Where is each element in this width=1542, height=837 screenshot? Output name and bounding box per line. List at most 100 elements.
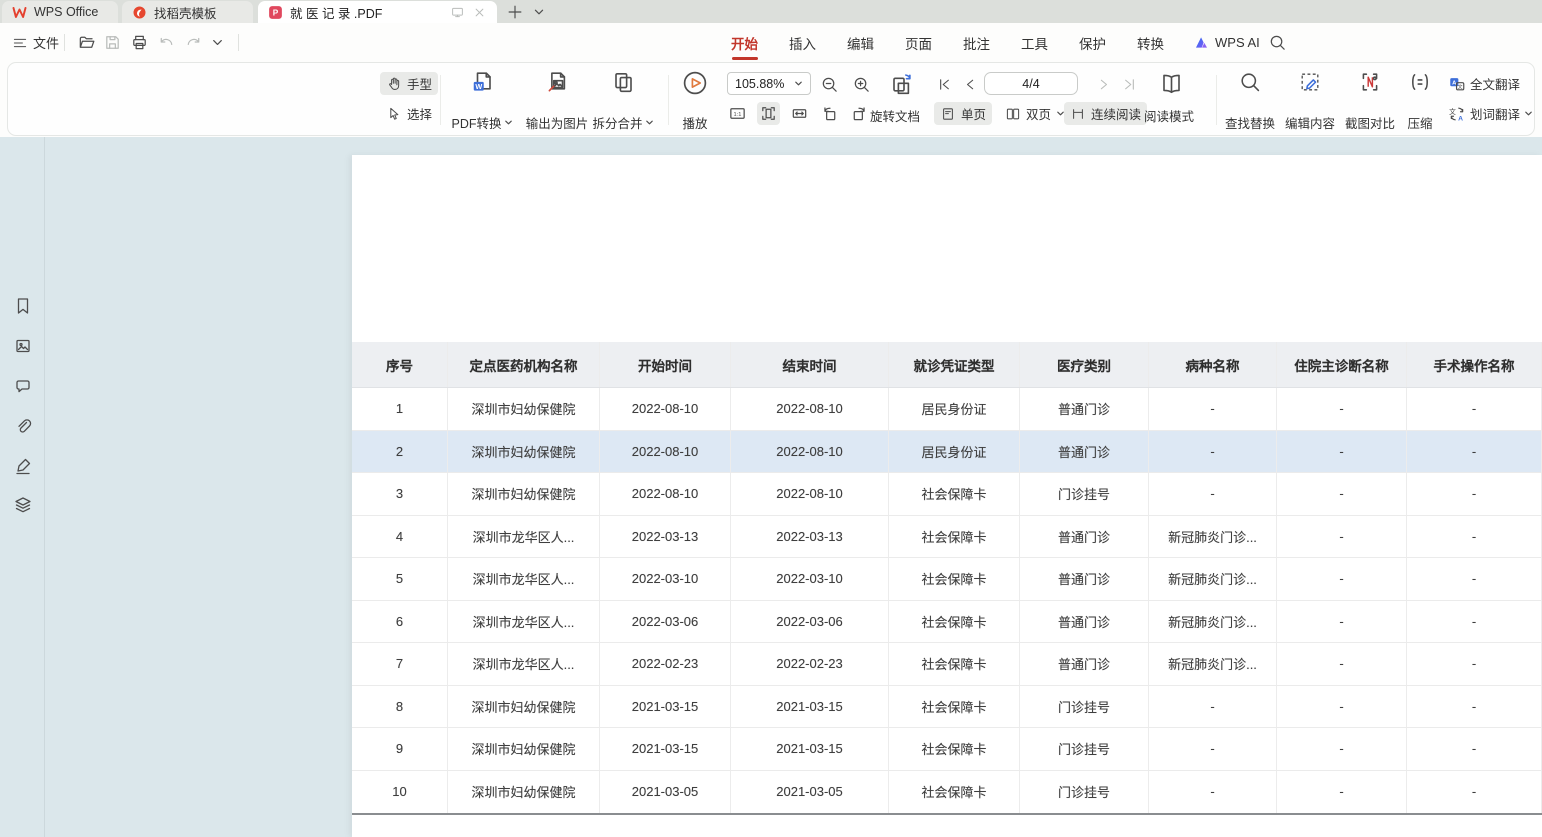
rotate-left-button[interactable]	[818, 102, 841, 125]
table-cell: 2022-03-10	[731, 558, 889, 600]
zoom-in-icon	[852, 75, 871, 94]
table-cell: 7	[352, 643, 448, 685]
layers-panel-icon[interactable]	[13, 495, 33, 515]
double-page-view-button[interactable]: 双页	[999, 102, 1071, 125]
hand-tool-button[interactable]: 手型	[380, 72, 438, 95]
menu-item-工具[interactable]: 工具	[1021, 33, 1048, 53]
table-cell: 门诊挂号	[1020, 771, 1149, 814]
open-file-button[interactable]	[77, 33, 96, 52]
table-cell: -	[1277, 728, 1407, 770]
print-button[interactable]	[130, 33, 149, 52]
menu-item-编辑[interactable]: 编辑	[847, 33, 874, 53]
table-cell: 门诊挂号	[1020, 728, 1149, 770]
save-button	[103, 33, 122, 52]
ribbon-toolbar: 手型 选择 W PDF转换 输出为图片 拆分合并 播放 105.88%	[7, 62, 1535, 136]
first-page-icon	[936, 76, 953, 93]
table-cell: 社会保障卡	[889, 473, 1020, 515]
rotate-right-button[interactable]	[848, 102, 871, 125]
table-row: 6深圳市龙华区人...2022-03-062022-03-06社会保障卡普通门诊…	[352, 601, 1542, 644]
full-text-translate-button[interactable]: A文 全文翻译	[1448, 74, 1520, 93]
zoom-in-button[interactable]	[850, 73, 873, 96]
edit-content-button[interactable]: 编辑内容	[1282, 70, 1338, 130]
menu-item-保护[interactable]: 保护	[1079, 33, 1106, 53]
tab-label: 找稻壳模板	[154, 3, 217, 22]
wps-pdf-window: WPS Office 找稻壳模板 P 就 医 记 录 .PDF	[0, 0, 1542, 837]
continuous-reading-button[interactable]: 连续阅读	[1064, 102, 1147, 125]
table-cell: 2022-02-23	[731, 643, 889, 685]
tab-list-chevron-icon[interactable]	[530, 3, 548, 21]
table-cell: 深圳市妇幼保健院	[448, 771, 600, 814]
previous-page-button[interactable]	[959, 73, 982, 96]
zoom-out-icon	[820, 75, 839, 94]
annotate-pen-panel-icon[interactable]	[13, 456, 33, 476]
window-tab-bar: WPS Office 找稻壳模板 P 就 医 记 录 .PDF	[0, 0, 1542, 23]
hand-icon	[386, 76, 402, 92]
table-cell: 1	[352, 388, 448, 430]
tab-document[interactable]: P 就 医 记 录 .PDF	[258, 1, 497, 23]
export-as-image-button[interactable]: 输出为图片	[518, 70, 596, 130]
table-cell: -	[1149, 686, 1277, 728]
table-cell: 2022-03-06	[600, 601, 731, 643]
tab-label: WPS Office	[34, 5, 98, 19]
thumbnail-panel-icon[interactable]	[13, 336, 33, 356]
split-merge-button[interactable]: 拆分合并	[586, 70, 660, 130]
table-cell: 深圳市妇幼保健院	[448, 431, 600, 473]
pdf-convert-button[interactable]: W PDF转换	[446, 70, 518, 130]
full-translate-icon: A文	[1448, 75, 1466, 93]
previous-page-icon	[962, 76, 979, 93]
find-replace-icon	[1238, 70, 1262, 94]
find-replace-button[interactable]: 查找替换	[1222, 70, 1278, 130]
first-page-button[interactable]	[933, 73, 956, 96]
close-tab-icon[interactable]	[472, 5, 487, 20]
file-menu-button[interactable]: 文件	[12, 23, 59, 62]
actual-size-button[interactable]: 1:1	[726, 102, 749, 125]
play-button[interactable]: 播放	[674, 70, 716, 130]
chevron-down-icon	[645, 118, 654, 127]
select-tool-button[interactable]: 选择	[380, 102, 438, 125]
tab-wps-office[interactable]: WPS Office	[2, 1, 118, 23]
rotate-document-label[interactable]: 旋转文档	[870, 106, 920, 125]
wps-ai-button[interactable]: WPS AI	[1193, 23, 1260, 62]
compress-button[interactable]: 压缩	[1400, 70, 1440, 130]
reading-mode-icon	[1158, 70, 1184, 96]
wps-logo-icon	[12, 5, 27, 20]
present-to-screen-icon[interactable]	[450, 5, 465, 20]
table-cell: 普通门诊	[1020, 516, 1149, 558]
table-cell: 2022-08-10	[600, 431, 731, 473]
screenshot-compare-button[interactable]: 截图对比	[1342, 70, 1398, 130]
word-translate-button[interactable]: 文A 划词翻译	[1448, 104, 1533, 123]
reading-mode-label[interactable]: 阅读模式	[1144, 106, 1194, 125]
svg-text:文: 文	[1458, 83, 1463, 90]
edit-content-icon	[1298, 70, 1322, 94]
left-panel-rail	[0, 137, 45, 837]
pdf-page[interactable]: 序号定点医药机构名称开始时间结束时间就诊凭证类型医疗类别病种名称住院主诊断名称手…	[352, 155, 1542, 837]
table-cell: 10	[352, 771, 448, 814]
zoom-level-select[interactable]: 105.88%	[727, 72, 811, 95]
menu-item-批注[interactable]: 批注	[963, 33, 990, 53]
new-tab-button[interactable]	[506, 3, 524, 21]
search-menu-icon[interactable]	[1268, 33, 1287, 52]
menu-item-开始[interactable]: 开始	[731, 33, 758, 53]
table-cell: 3	[352, 473, 448, 515]
single-page-view-button[interactable]: 单页	[934, 102, 992, 125]
quick-access-chevron-icon[interactable]	[208, 33, 227, 52]
header-cell: 医疗类别	[1020, 342, 1149, 387]
table-cell: 6	[352, 601, 448, 643]
tab-docer-templates[interactable]: 找稻壳模板	[122, 1, 253, 23]
menu-item-插入[interactable]: 插入	[789, 33, 816, 53]
menu-item-页面[interactable]: 页面	[905, 33, 932, 53]
page-number-input[interactable]: 4/4	[984, 72, 1078, 95]
fit-page-button[interactable]	[757, 102, 780, 125]
table-cell: 门诊挂号	[1020, 473, 1149, 515]
table-cell: 2022-08-10	[731, 473, 889, 515]
table-cell: -	[1277, 431, 1407, 473]
fit-width-button[interactable]	[788, 102, 811, 125]
zoom-out-button[interactable]	[818, 73, 841, 96]
rotate-pages-icon	[888, 71, 914, 97]
menu-item-转换[interactable]: 转换	[1137, 33, 1164, 53]
bookmark-panel-icon[interactable]	[13, 296, 33, 316]
play-icon	[682, 70, 708, 96]
comment-panel-icon[interactable]	[13, 376, 33, 396]
table-cell: 新冠肺炎门诊...	[1149, 601, 1277, 643]
attachment-panel-icon[interactable]	[13, 416, 33, 436]
